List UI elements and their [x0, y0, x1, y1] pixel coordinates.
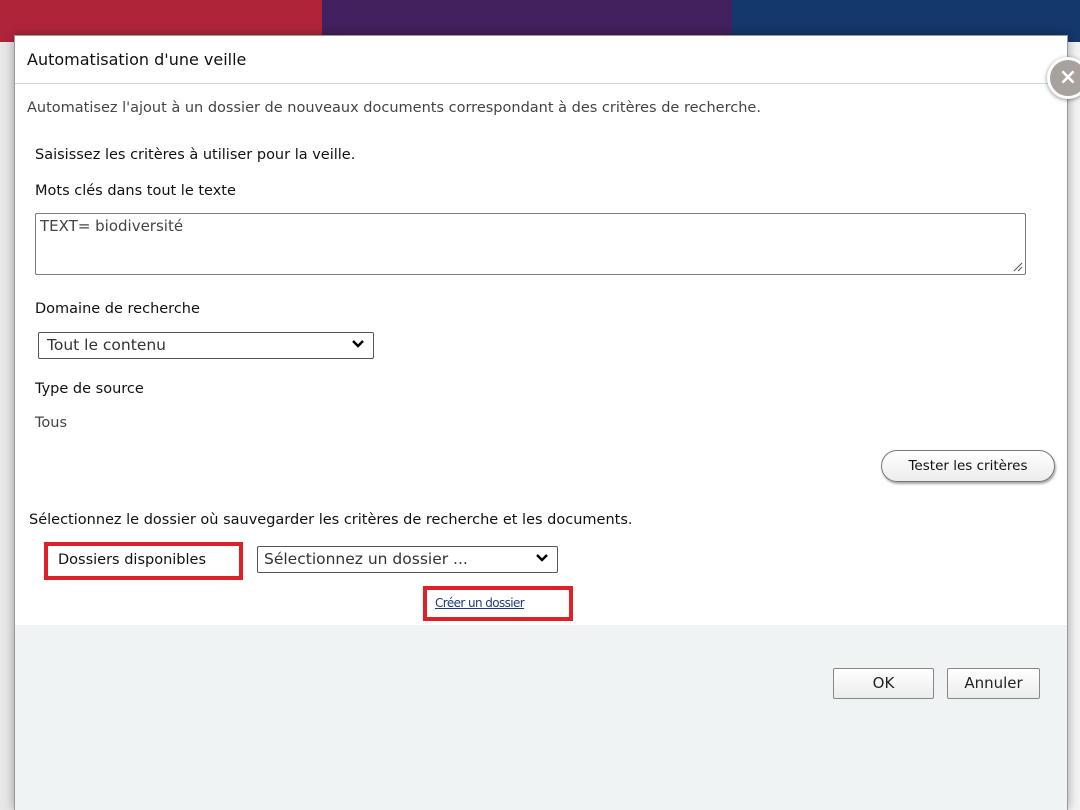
folder-instruction: Sélectionnez le dossier où sauvegarder l…: [29, 512, 633, 528]
close-icon: ×: [1058, 65, 1078, 90]
domain-select[interactable]: Tout le contenu: [38, 332, 374, 359]
highlight-folders-label: Dossiers disponibles: [44, 542, 243, 580]
keywords-textarea[interactable]: TEXT= biodiversité: [35, 213, 1026, 275]
background-page-edge: [1068, 42, 1080, 810]
dialog-footer: OK Annuler: [15, 625, 1067, 810]
dialog-content: Automatisez l'ajout à un dossier de nouv…: [15, 85, 1067, 625]
source-type-label: Type de source: [35, 381, 144, 397]
chevron-down-icon: [536, 554, 548, 562]
available-folders-label: Dossiers disponibles: [58, 552, 207, 568]
create-folder-link[interactable]: Créer un dossier: [435, 596, 525, 610]
ok-button[interactable]: OK: [833, 668, 934, 699]
watch-automation-dialog: Automatisation d'une veille Automatisez …: [14, 35, 1080, 810]
folder-select[interactable]: Sélectionnez un dossier ...: [257, 546, 558, 573]
folder-selected-value: Sélectionnez un dossier ...: [264, 550, 468, 568]
intro-text: Automatisez l'ajout à un dossier de nouv…: [27, 100, 761, 116]
keywords-value: TEXT= biodiversité: [40, 217, 184, 235]
resize-grip-icon[interactable]: [1013, 262, 1023, 272]
source-type-value: Tous: [35, 415, 68, 431]
dialog-title: Automatisation d'une veille: [27, 50, 247, 69]
keywords-label: Mots clés dans tout le texte: [35, 183, 236, 199]
test-criteria-button[interactable]: Tester les critères: [881, 450, 1055, 482]
dialog-titlebar: Automatisation d'une veille: [15, 36, 1067, 84]
criteria-instruction: Saisissez les critères à utiliser pour l…: [35, 147, 356, 163]
cancel-button[interactable]: Annuler: [947, 668, 1040, 699]
chevron-down-icon: [352, 340, 364, 348]
domain-selected-value: Tout le contenu: [47, 336, 167, 354]
highlight-create-folder: Créer un dossier: [423, 586, 573, 621]
domain-label: Domaine de recherche: [35, 301, 200, 317]
